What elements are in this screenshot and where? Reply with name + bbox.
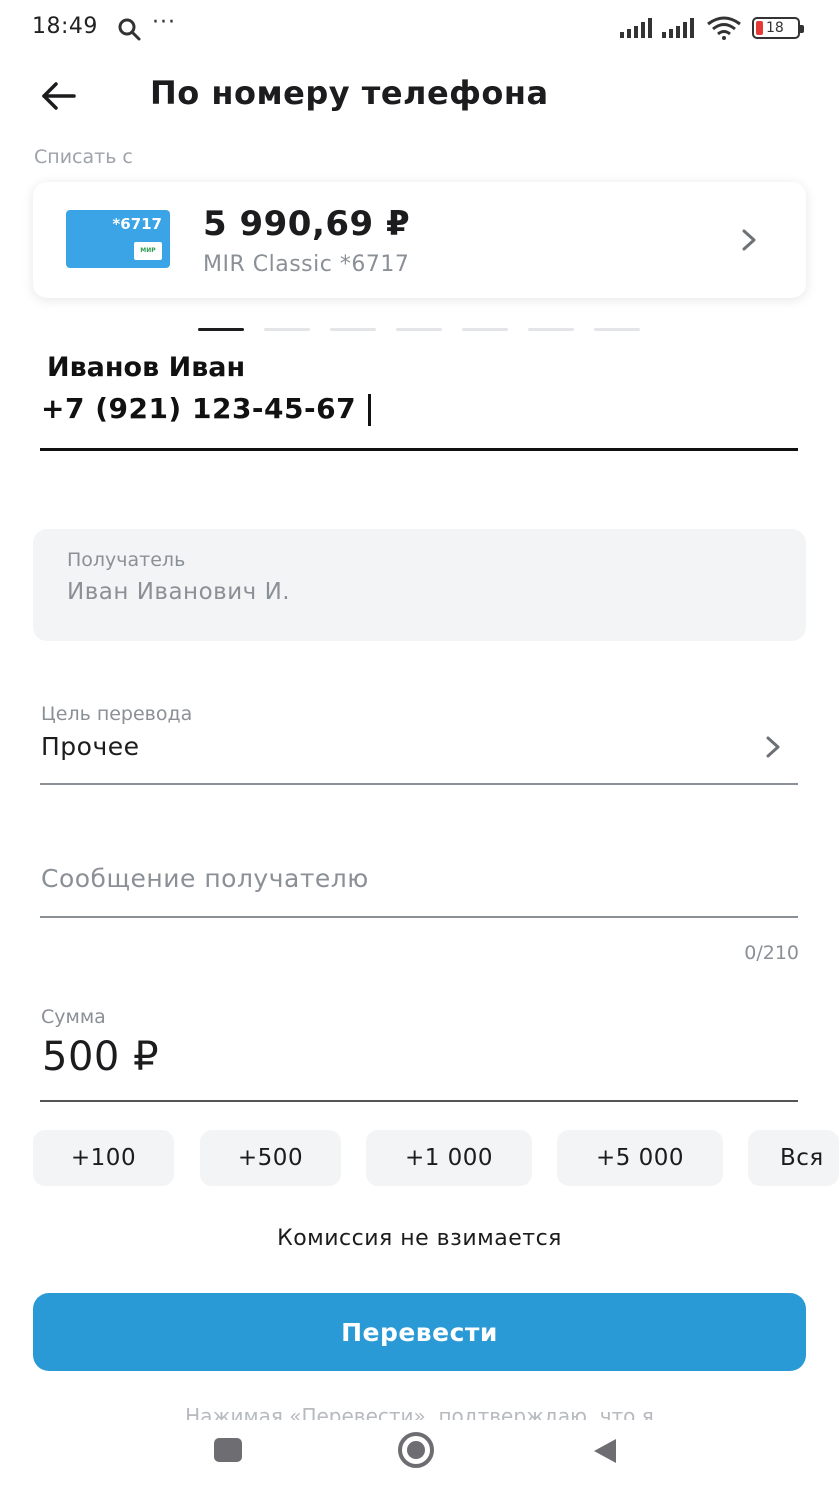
disclaimer-text: Нажимая «Перевести», подтверждаю, что я — [0, 1400, 839, 1422]
quick-amount-all-button[interactable]: Вся — [748, 1130, 839, 1186]
pager-dash — [528, 328, 574, 331]
amount-underline — [40, 1100, 798, 1102]
message-input[interactable]: Сообщение получателю — [41, 864, 369, 893]
recipient-value: Иван Иванович И. — [67, 579, 291, 605]
back-triangle-icon[interactable] — [590, 1436, 620, 1466]
status-bar: 18:49 ··· 18 — [0, 0, 839, 58]
amount-label: Сумма — [41, 1006, 106, 1028]
purpose-value: Прочее — [41, 732, 140, 761]
commission-note: Комиссия не взимается — [277, 1226, 562, 1251]
recent-apps-icon[interactable] — [214, 1438, 242, 1462]
signal-icon-2 — [662, 18, 694, 38]
battery-level — [756, 21, 763, 35]
account-card[interactable]: *6717 МИР 5 990,69 ₽ MIR Classic *6717 — [33, 182, 806, 298]
signal-icon — [620, 18, 652, 38]
battery-percent: 18 — [766, 20, 784, 36]
pager-dash — [594, 328, 640, 331]
bank-card-number: *6717 — [112, 215, 162, 233]
pager-dash — [396, 328, 442, 331]
phone-number-value: +7 (921) 123-45-67 — [41, 392, 357, 425]
phone-input-underline — [40, 448, 798, 451]
arrow-left-icon — [42, 82, 76, 110]
pager-dash — [462, 328, 508, 331]
status-time: 18:49 — [32, 14, 98, 39]
home-icon[interactable] — [396, 1430, 436, 1470]
quick-amount-5000-button[interactable]: +5 000 — [557, 1130, 723, 1186]
mir-logo-icon: МИР — [134, 242, 162, 260]
wifi-icon — [707, 16, 741, 40]
page-title: По номеру телефона — [150, 74, 549, 112]
debit-from-label: Списать с — [34, 146, 133, 168]
text-cursor — [368, 394, 372, 426]
message-char-counter: 0/210 — [744, 942, 799, 964]
bank-card-icon: *6717 МИР — [66, 210, 170, 268]
amount-input[interactable]: 500 ₽ — [42, 1034, 159, 1080]
chevron-right-icon — [766, 736, 780, 758]
purpose-underline — [40, 783, 798, 785]
search-icon — [118, 18, 141, 41]
quick-amount-1000-button[interactable]: +1 000 — [366, 1130, 532, 1186]
purpose-label: Цель перевода — [41, 703, 193, 725]
pager-dash — [330, 328, 376, 331]
recipient-field: Получатель Иван Иванович И. — [33, 529, 806, 641]
pager-dash — [264, 328, 310, 331]
system-nav-bar — [0, 1420, 839, 1492]
contact-name: Иванов Иван — [47, 352, 246, 383]
status-overflow-dots: ··· — [152, 10, 176, 35]
phone-input[interactable]: +7 (921) 123-45-67 — [41, 392, 372, 426]
battery-icon: 18 — [752, 17, 804, 39]
card-pager — [198, 328, 640, 331]
quick-amount-500-button[interactable]: +500 — [200, 1130, 341, 1186]
quick-amount-100-button[interactable]: +100 — [33, 1130, 174, 1186]
transfer-button[interactable]: Перевести — [33, 1293, 806, 1371]
message-underline — [40, 916, 798, 918]
account-balance: 5 990,69 ₽ — [203, 204, 411, 244]
chevron-right-icon — [742, 229, 756, 251]
pager-dash-active — [198, 328, 244, 331]
back-button[interactable] — [34, 74, 82, 118]
account-card-name: MIR Classic *6717 — [203, 252, 410, 277]
recipient-label: Получатель — [67, 549, 186, 571]
